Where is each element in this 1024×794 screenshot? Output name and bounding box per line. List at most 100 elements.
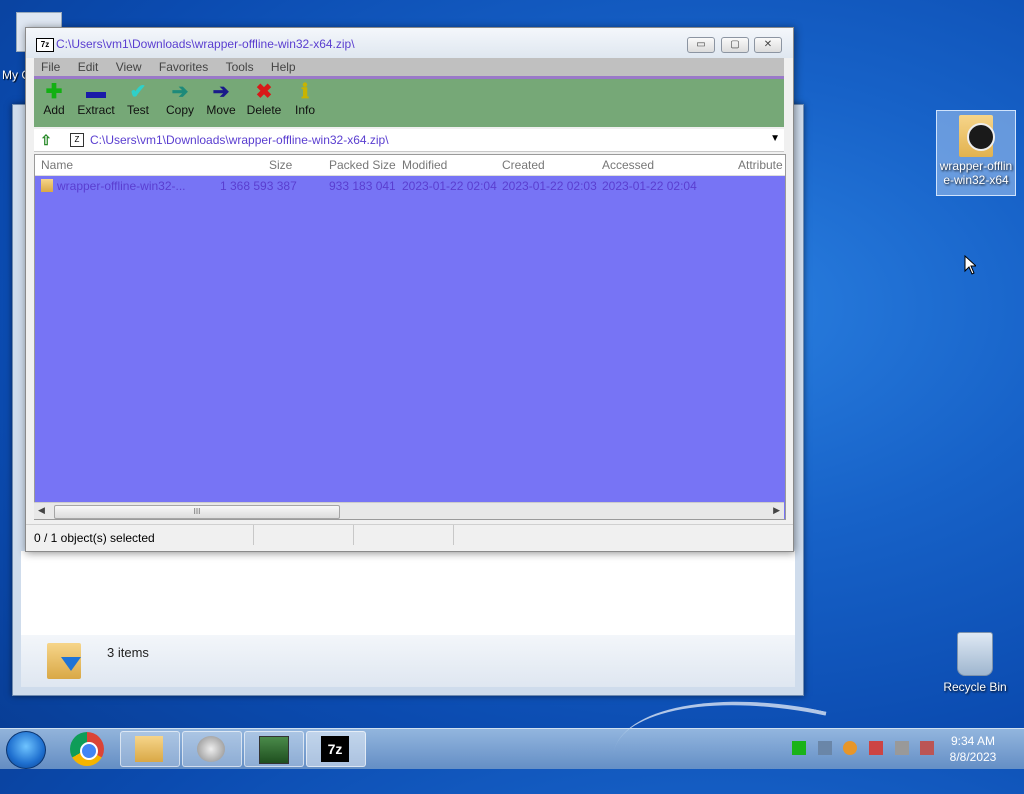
taskbar-item-explorer[interactable] <box>120 731 180 767</box>
desktop-icon-zip-file[interactable]: wrapper-offline-win32-x64 <box>936 110 1016 196</box>
menu-help[interactable]: Help <box>264 58 303 76</box>
taskbar: 7z 9:34 AM 8/8/2023 <box>0 728 1024 769</box>
row-created: 2023-01-22 02:03 <box>502 179 597 193</box>
check-icon: ✔ <box>129 81 147 103</box>
move-button[interactable]: ➔ Move <box>204 81 238 117</box>
up-folder-icon[interactable]: ⇧ <box>38 132 54 148</box>
file-list-pane[interactable] <box>179 551 795 635</box>
column-header: Name Size Packed Size Modified Created A… <box>35 155 785 176</box>
clock[interactable]: 9:34 AM 8/8/2023 <box>936 733 1010 765</box>
delete-x-icon: ✖ <box>255 81 273 103</box>
copy-button[interactable]: ➔ Copy <box>164 81 196 117</box>
delete-label: Delete <box>246 103 282 117</box>
recycle-bin-icon <box>957 632 993 676</box>
column-modified[interactable]: Modified <box>402 158 447 172</box>
copy-arrow-icon: ➔ <box>171 81 189 103</box>
clock-time: 9:34 AM <box>950 734 996 748</box>
maximize-button[interactable]: ▢ <box>721 37 749 53</box>
network-icon[interactable] <box>817 741 832 755</box>
menu-favorites[interactable]: Favorites <box>152 58 215 76</box>
add-label: Add <box>43 103 65 117</box>
column-attributes[interactable]: Attribute <box>738 158 783 172</box>
menu-tools[interactable]: Tools <box>219 58 261 76</box>
folder-icon <box>41 179 53 192</box>
download-arrow-icon <box>61 657 81 671</box>
flag-icon[interactable] <box>868 741 883 755</box>
window-title: C:\Users\vm1\Downloads\wrapper-offline-w… <box>56 37 355 51</box>
menu-bar: File Edit View Favorites Tools Help <box>34 58 784 79</box>
delete-button[interactable]: ✖ Delete <box>246 81 282 117</box>
row-size: 1 368 593 387 <box>220 179 297 193</box>
taskbar-item-7zip[interactable]: 7z <box>306 731 366 767</box>
toolbar: ✚ Add ▬ Extract ✔ Test ➔ Copy ➔ Move ✖ D… <box>34 79 784 127</box>
clock-date: 8/8/2023 <box>949 750 997 764</box>
monitor-icon <box>259 736 289 764</box>
scroll-right-arrow-icon[interactable]: ▶ <box>773 505 780 516</box>
desktop-icon-label: Recycle Bin <box>943 680 1007 694</box>
test-button[interactable]: ✔ Test <box>124 81 152 117</box>
battery-icon[interactable] <box>792 741 806 755</box>
horizontal-scrollbar[interactable]: ◀ III ▶ <box>34 502 784 519</box>
copy-label: Copy <box>165 103 194 117</box>
mouse-cursor-icon <box>964 255 976 275</box>
move-label: Move <box>206 103 236 117</box>
status-divider <box>253 525 254 545</box>
close-button[interactable]: ✕ <box>754 37 782 53</box>
details-pane: 3 items <box>21 635 795 687</box>
gear-icon <box>197 736 225 762</box>
start-button[interactable] <box>6 731 46 769</box>
status-divider <box>453 525 454 545</box>
minimize-button[interactable]: ▭ <box>687 37 715 53</box>
extract-label: Extract <box>77 103 115 117</box>
sevenzip-window[interactable]: 7z C:\Users\vm1\Downloads\wrapper-offlin… <box>25 27 794 552</box>
table-row[interactable]: wrapper-offline-win32-... 1 368 593 387 … <box>35 177 785 195</box>
move-arrow-icon: ➔ <box>212 81 230 103</box>
taskbar-item-vm-tool[interactable] <box>182 731 242 767</box>
column-name[interactable]: Name <box>41 158 73 172</box>
scroll-left-arrow-icon[interactable]: ◀ <box>38 505 45 516</box>
display-icon[interactable] <box>894 741 909 755</box>
volume-muted-icon[interactable] <box>920 741 935 755</box>
info-icon: ℹ <box>301 81 309 103</box>
status-divider <box>353 525 354 545</box>
archive-icon: Z <box>70 133 84 147</box>
plus-icon: ✚ <box>45 81 63 103</box>
selection-status: 0 / 1 object(s) selected <box>34 531 155 545</box>
test-label: Test <box>126 103 149 117</box>
sevenzip-icon: 7z <box>321 736 349 762</box>
column-size[interactable]: Size <box>269 158 292 172</box>
sevenzip-app-icon: 7z <box>36 38 54 52</box>
system-tray <box>792 741 942 758</box>
menu-view[interactable]: View <box>109 58 149 76</box>
title-bar[interactable]: 7z C:\Users\vm1\Downloads\wrapper-offlin… <box>26 28 793 58</box>
row-accessed: 2023-01-22 02:04 <box>602 179 697 193</box>
search-icon[interactable] <box>843 741 858 755</box>
zip-folder-icon <box>959 115 995 157</box>
navigation-pane[interactable] <box>21 551 180 635</box>
add-button[interactable]: ✚ Add <box>40 81 68 117</box>
file-list[interactable]: Name Size Packed Size Modified Created A… <box>34 154 786 520</box>
column-created[interactable]: Created <box>502 158 545 172</box>
row-modified: 2023-01-22 02:04 <box>402 179 497 193</box>
items-count: 3 items <box>107 645 149 660</box>
menu-file[interactable]: File <box>34 58 67 76</box>
desktop-icon-recycle-bin[interactable]: Recycle Bin <box>936 632 1014 694</box>
info-label: Info <box>294 103 315 117</box>
address-path[interactable]: C:\Users\vm1\Downloads\wrapper-offline-w… <box>90 133 389 147</box>
folder-icon <box>135 736 163 762</box>
column-packed-size[interactable]: Packed Size <box>329 158 396 172</box>
chevron-down-icon[interactable]: ▼ <box>770 133 780 144</box>
minus-icon: ▬ <box>86 81 106 103</box>
row-name: wrapper-offline-win32-... <box>57 179 186 193</box>
scrollbar-thumb[interactable]: III <box>54 505 340 519</box>
column-accessed[interactable]: Accessed <box>602 158 654 172</box>
address-bar[interactable]: ⇧ Z C:\Users\vm1\Downloads\wrapper-offli… <box>34 129 784 152</box>
taskbar-item-monitor[interactable] <box>244 731 304 767</box>
menu-edit[interactable]: Edit <box>71 58 106 76</box>
chrome-icon[interactable] <box>70 732 104 766</box>
info-button[interactable]: ℹ Info <box>292 81 318 117</box>
desktop-icon-label: wrapper-offline-win32-x64 <box>939 159 1013 187</box>
extract-button[interactable]: ▬ Extract <box>76 81 116 117</box>
status-bar: 0 / 1 object(s) selected <box>26 524 793 551</box>
row-packed-size: 933 183 041 <box>329 179 396 193</box>
